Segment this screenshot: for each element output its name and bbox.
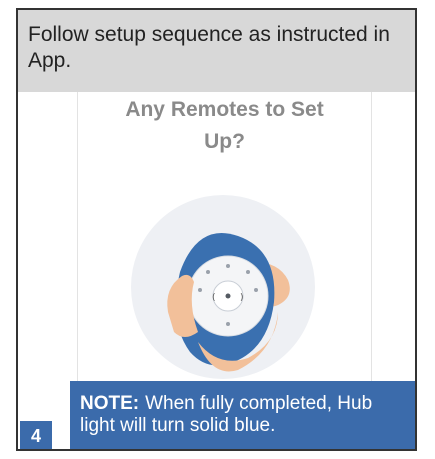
instruction-card: Follow setup sequence as instructed in A… [16,8,417,451]
step-number-badge: 4 [20,421,52,449]
note-box: NOTE: When fully completed, Hub light wil… [70,381,415,449]
note-label: NOTE: [80,393,140,414]
screen-title-line-2: Up? [204,130,245,153]
screen-title-line-1: Any Remotes to Set [125,98,324,121]
svg-text:): ) [240,293,244,303]
screen-title: Any Remotes to Set Up? [78,94,371,158]
hand-holding-remote-icon: ( ) [131,195,315,379]
instruction-header: Follow setup sequence as instructed in A… [18,10,415,92]
svg-text:(: ( [212,293,216,303]
